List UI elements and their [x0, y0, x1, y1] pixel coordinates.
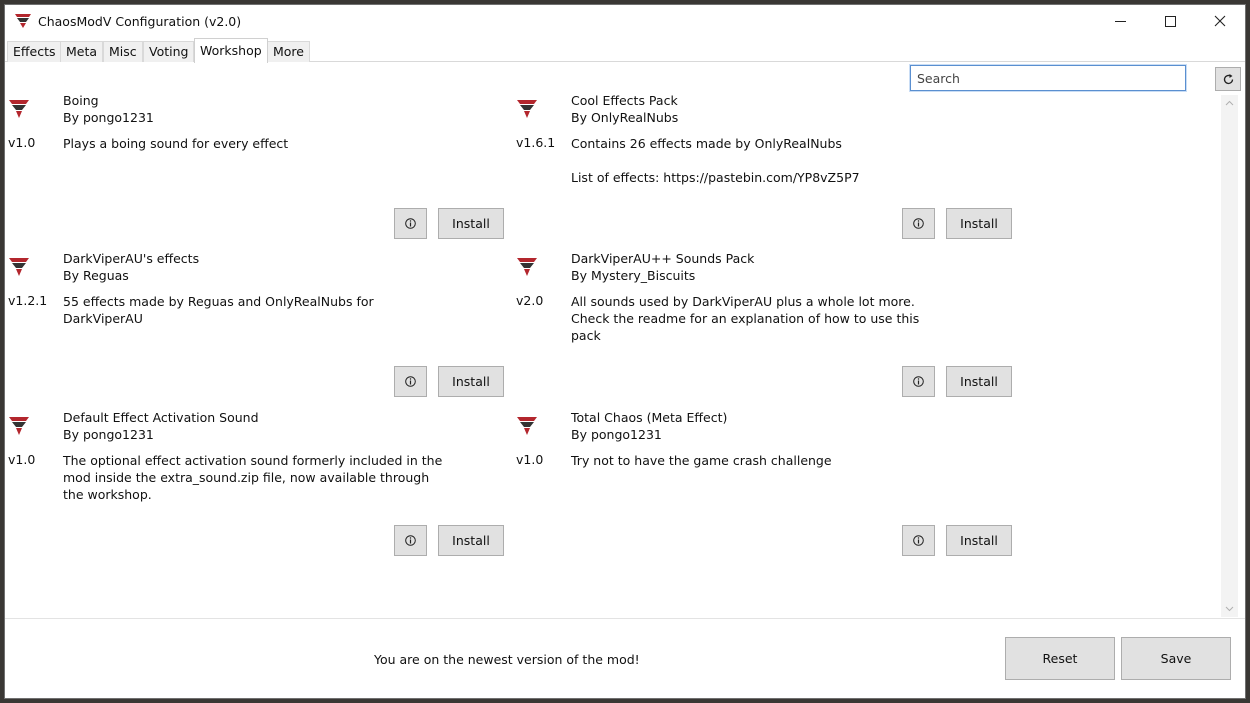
tab-workshop[interactable]: Workshop [194, 38, 268, 63]
mod-description: 55 effects made by Reguas and OnlyRealNu… [63, 294, 374, 326]
info-icon [405, 376, 416, 387]
mod-author: By pongo1231 [571, 427, 662, 442]
refresh-button[interactable] [1215, 67, 1241, 91]
mod-author: By Mystery_Biscuits [571, 268, 696, 283]
mod-card: Total Chaos (Meta Effect) By pongo1231 v… [513, 410, 1013, 560]
footer-divider [5, 618, 1245, 619]
mod-icon [9, 100, 29, 118]
minimize-button[interactable] [1097, 5, 1143, 37]
mod-icon [517, 258, 537, 276]
info-icon [913, 376, 924, 387]
install-button[interactable]: Install [946, 525, 1012, 556]
mod-icon [517, 417, 537, 435]
mod-card: DarkViperAU's effects By Reguas v1.2.1 5… [5, 251, 505, 401]
refresh-icon [1223, 73, 1233, 84]
scroll-down-arrow-icon[interactable] [1225, 604, 1234, 613]
mod-name: DarkViperAU++ Sounds Pack [571, 251, 755, 266]
title-bar[interactable]: ChaosModV Configuration (v2.0) [5, 5, 1245, 37]
mod-author: By pongo1231 [63, 110, 154, 125]
window-title: ChaosModV Configuration (v2.0) [38, 14, 242, 29]
mod-name: Total Chaos (Meta Effect) [571, 410, 728, 425]
install-button[interactable]: Install [946, 366, 1012, 397]
mod-info-button[interactable] [394, 525, 427, 556]
mod-description: The optional effect activation sound for… [63, 453, 443, 502]
search-input[interactable] [909, 64, 1187, 92]
mod-version: v1.0 [8, 135, 36, 150]
reset-button[interactable]: Reset [1005, 637, 1115, 680]
scroll-up-arrow-icon[interactable] [1225, 99, 1234, 108]
info-icon [405, 535, 416, 546]
tab-effects[interactable]: Effects [7, 41, 62, 62]
save-button[interactable]: Save [1121, 637, 1231, 680]
tab-more[interactable]: More [267, 41, 310, 62]
mod-icon [9, 258, 29, 276]
tab-voting[interactable]: Voting [143, 41, 195, 62]
mod-icon [9, 417, 29, 435]
mod-author: By pongo1231 [63, 427, 154, 442]
config-window: ChaosModV Configuration (v2.0) Effects M… [4, 4, 1246, 699]
mod-info-button[interactable] [902, 366, 935, 397]
mod-description: Plays a boing sound for every effect [63, 136, 289, 151]
mod-card: Cool Effects Pack By OnlyRealNubs v1.6.1… [513, 93, 1013, 243]
maximize-icon [1164, 15, 1176, 27]
install-button[interactable]: Install [438, 366, 504, 397]
mod-description: Contains 26 effects made by OnlyRealNubs… [571, 136, 860, 185]
mod-version: v2.0 [516, 293, 544, 308]
info-icon [405, 218, 416, 229]
mod-description: All sounds used by DarkViperAU plus a wh… [571, 294, 920, 343]
update-status-text: You are on the newest version of the mod… [374, 652, 640, 667]
info-icon [913, 218, 924, 229]
mod-name: DarkViperAU's effects [63, 251, 200, 266]
mod-info-button[interactable] [902, 208, 935, 239]
mod-author: By OnlyRealNubs [571, 110, 679, 125]
maximize-button[interactable] [1147, 5, 1193, 37]
mod-card: Boing By pongo1231 v1.0 Plays a boing so… [5, 93, 505, 243]
close-icon [1214, 15, 1226, 27]
info-icon [913, 535, 924, 546]
mod-name: Default Effect Activation Sound [63, 410, 259, 425]
mod-name: Cool Effects Pack [571, 93, 678, 108]
mod-icon [517, 100, 537, 118]
install-button[interactable]: Install [946, 208, 1012, 239]
mod-author: By Reguas [63, 268, 129, 283]
mod-description: Try not to have the game crash challenge [571, 453, 832, 468]
install-button[interactable]: Install [438, 208, 504, 239]
mod-card: Default Effect Activation Sound By pongo… [5, 410, 505, 560]
mod-info-button[interactable] [394, 208, 427, 239]
minimize-icon [1114, 20, 1126, 22]
tab-meta[interactable]: Meta [60, 41, 104, 62]
mod-name: Boing [63, 93, 99, 108]
mod-info-button[interactable] [394, 366, 427, 397]
mod-version: v1.0 [516, 452, 544, 467]
tab-misc[interactable]: Misc [103, 41, 143, 62]
install-button[interactable]: Install [438, 525, 504, 556]
mod-info-button[interactable] [902, 525, 935, 556]
mod-version: v1.6.1 [516, 135, 556, 150]
scrollbar[interactable] [1221, 95, 1238, 617]
mod-version: v1.2.1 [8, 293, 48, 308]
mod-version: v1.0 [8, 452, 36, 467]
close-button[interactable] [1197, 5, 1243, 37]
app-logo-icon [15, 14, 31, 28]
mod-card: DarkViperAU++ Sounds Pack By Mystery_Bis… [513, 251, 1013, 401]
